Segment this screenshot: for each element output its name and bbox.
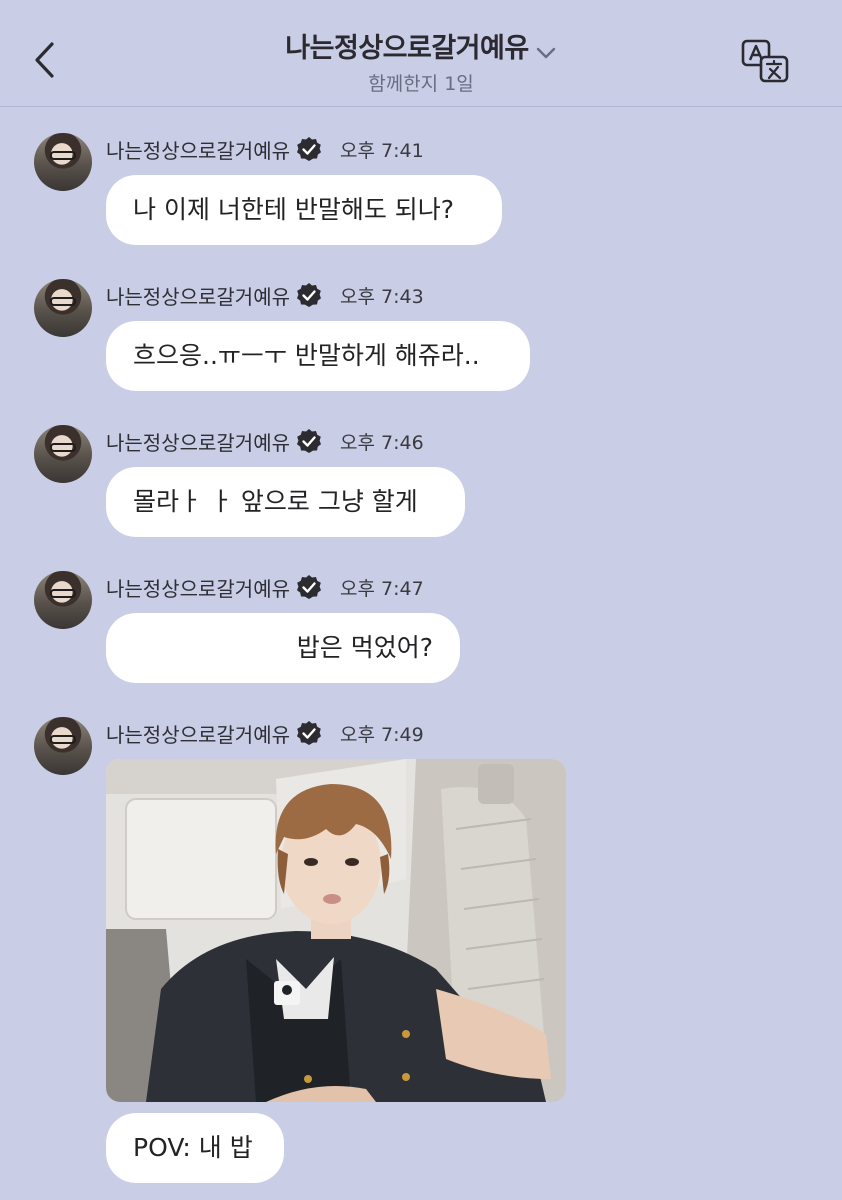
verified-badge-icon	[297, 137, 321, 161]
translate-icon	[741, 39, 789, 83]
avatar[interactable]	[34, 279, 92, 337]
avatar[interactable]	[34, 571, 92, 629]
verified-badge-icon	[297, 429, 321, 453]
message-meta: 나는정상으로갈거예유 오후 7:47	[106, 573, 424, 601]
avatar[interactable]	[34, 133, 92, 191]
translate-button[interactable]	[740, 38, 790, 84]
message-time: 오후 7:46	[340, 431, 424, 454]
message-bubble[interactable]: 몰라ㅏ ㅏ 앞으로 그냥 할게	[106, 467, 465, 537]
chat-header: 나는정상으로갈거예유 함께한지 1일	[0, 0, 842, 107]
message-time: 오후 7:49	[340, 723, 424, 746]
message-meta: 나는정상으로갈거예유 오후 7:49	[106, 719, 424, 747]
sender-name: 나는정상으로갈거예유	[106, 430, 290, 455]
message-bubble[interactable]: POV: 내 밥	[106, 1113, 284, 1183]
sender-name: 나는정상으로갈거예유	[106, 576, 290, 601]
avatar[interactable]	[34, 717, 92, 775]
message-meta: 나는정상으로갈거예유 오후 7:43	[106, 281, 424, 309]
avatar[interactable]	[34, 425, 92, 483]
message-meta: 나는정상으로갈거예유 오후 7:41	[106, 135, 424, 163]
chat-title-area[interactable]: 나는정상으로갈거예유 함께한지 1일	[0, 26, 842, 96]
verified-badge-icon	[297, 283, 321, 307]
sender-name: 나는정상으로갈거예유	[106, 138, 290, 163]
sender-name: 나는정상으로갈거예유	[106, 284, 290, 309]
message-time: 오후 7:43	[340, 285, 424, 308]
message-bubble[interactable]: 나 이제 너한테 반말해도 되나?	[106, 175, 502, 245]
sender-name: 나는정상으로갈거예유	[106, 722, 290, 747]
verified-badge-icon	[297, 721, 321, 745]
photo-illustration	[106, 759, 566, 1102]
chat-subtitle: 함께한지 1일	[368, 73, 474, 95]
message-time: 오후 7:47	[340, 577, 424, 600]
message-bubble[interactable]: 흐으응..ㅠㅡㅜ 반말하게 해쥬라..	[106, 321, 530, 391]
message-photo[interactable]	[106, 759, 566, 1102]
message-bubble[interactable]: 밥은 먹었어?	[106, 613, 460, 683]
message-meta: 나는정상으로갈거예유 오후 7:46	[106, 427, 424, 455]
chat-title[interactable]: 나는정상으로갈거예유	[285, 26, 529, 65]
message-time: 오후 7:41	[340, 139, 424, 162]
verified-badge-icon	[297, 575, 321, 599]
chevron-down-icon[interactable]	[535, 46, 557, 60]
